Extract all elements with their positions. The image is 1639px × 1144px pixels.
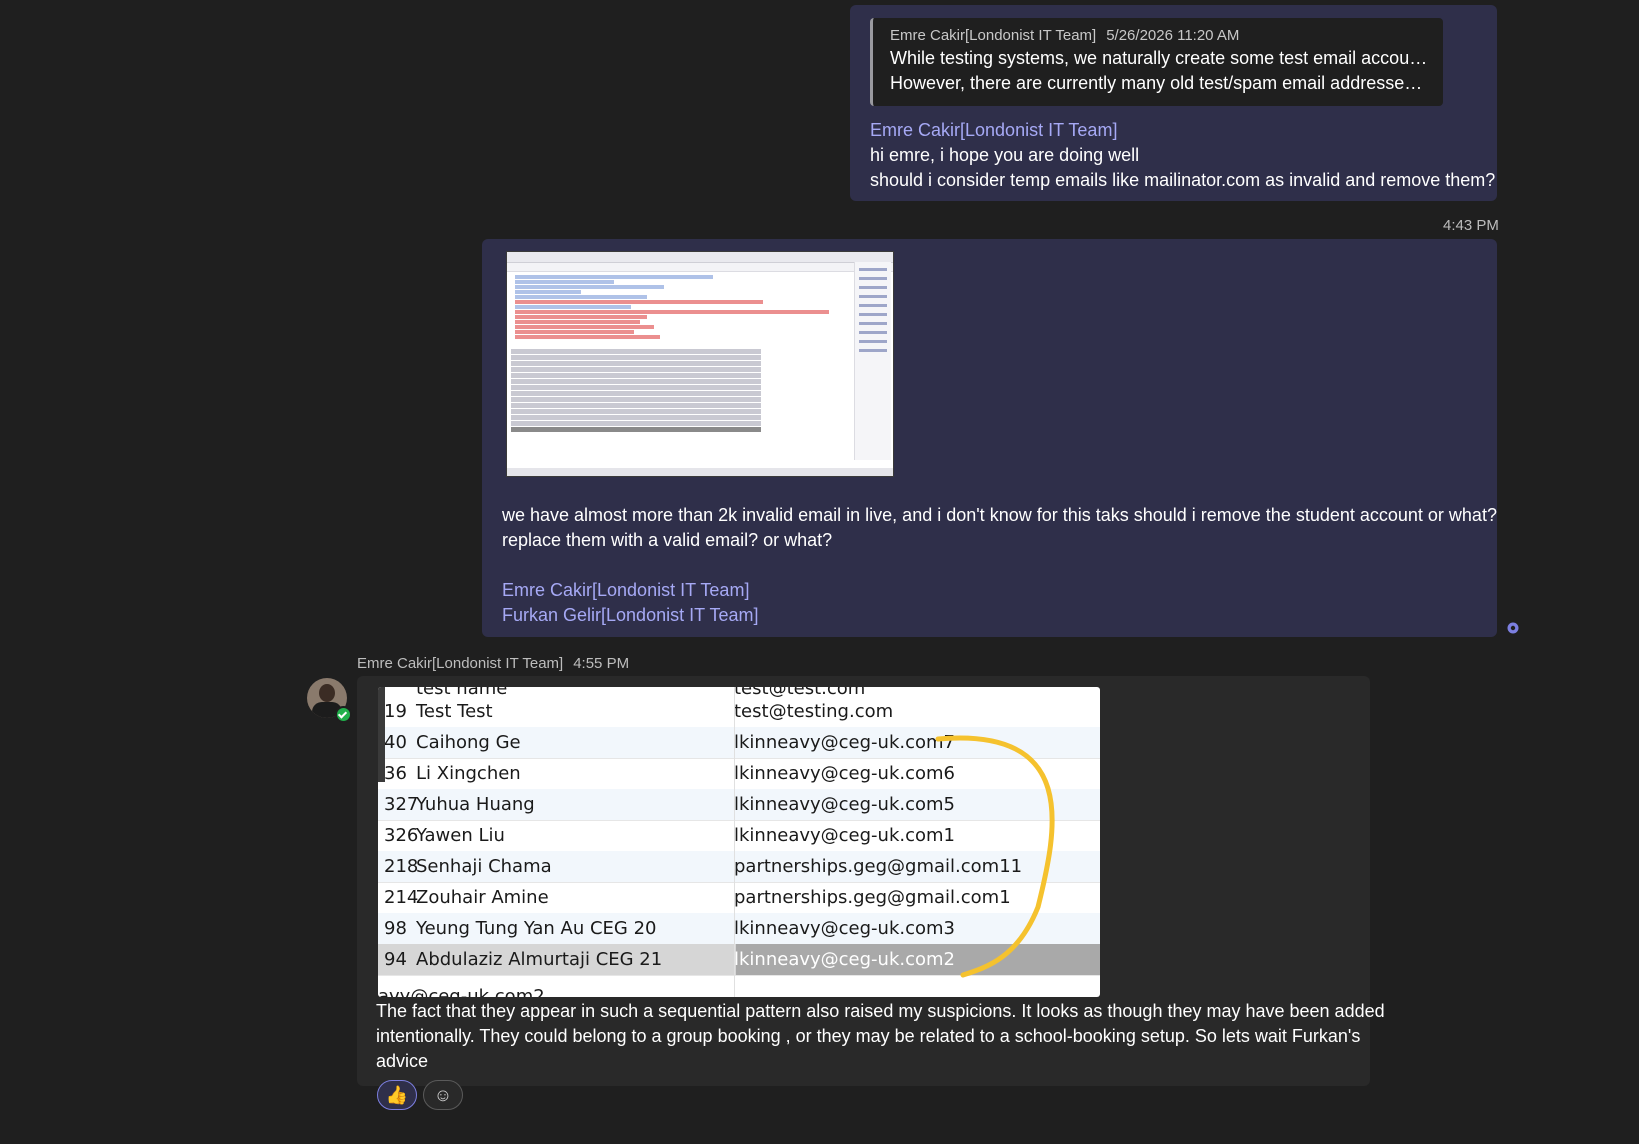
message-time: 4:55 PM [573,655,630,672]
quoted-message-meta: Emre Cakir[Londonist IT Team] 5/26/2026 1… [890,26,1431,46]
message-meta: Emre Cakir[Londonist IT Team] 4:55 PM [357,655,639,672]
highlight-annotation-curve [935,735,1055,978]
add-reaction-icon: ☺ [433,1084,453,1105]
mention-furkan[interactable]: Furkan Gelir[Londonist IT Team] [502,603,1497,628]
message-text-line: we have almost more than 2k invalid emai… [502,505,1497,525]
message-bubble-incoming[interactable]: test name test@test.com 19 Test Test test@… [357,676,1385,1086]
side-panel-preview [854,262,891,460]
message-text-line: replace them with a valid email? or what… [502,530,833,550]
message-text-line: advice [376,1051,429,1071]
sql-code-preview [515,274,845,340]
mention-emre[interactable]: Emre Cakir[Londonist IT Team] [502,578,1497,603]
presence-available-icon [335,706,352,723]
thumbs-up-icon: 👍 [385,1084,409,1105]
message-text-line: should i consider temp emails like maili… [870,170,1496,190]
message-text-line: hi emre, i hope you are doing well [870,145,1140,165]
message-text-line: The fact that they appear in such a sequ… [376,1001,1385,1021]
reaction-like-button[interactable]: 👍 [377,1080,417,1110]
seen-eye-icon [1507,622,1519,634]
message-timestamp: 4:43 PM [1443,217,1499,234]
sender-name: Emre Cakir[Londonist IT Team] [357,655,564,672]
quoted-message[interactable]: Emre Cakir[Londonist IT Team] 5/26/2026 1… [870,18,1443,106]
quoted-author: Emre Cakir[Londonist IT Team] [890,27,1097,44]
quoted-text-line: However, there are currently many old te… [890,73,1431,93]
message-bubble-reply[interactable]: Emre Cakir[Londonist IT Team] 5/26/2026 1… [850,5,1497,201]
message-text-line: intentionally. They could belong to a gr… [376,1026,1361,1046]
message-bubble-image[interactable]: we have almost more than 2k invalid emai… [482,239,1497,637]
email-list-screenshot[interactable]: test name test@test.com 19 Test Test test@… [378,687,1100,997]
quoted-text-line: While testing systems, we naturally crea… [890,48,1431,68]
add-reaction-button[interactable]: ☺ [423,1080,463,1110]
result-grid-preview [511,348,761,433]
sql-screenshot-thumbnail[interactable] [506,251,894,477]
mention-emre[interactable]: Emre Cakir[Londonist IT Team] [870,118,1495,143]
quoted-time: 5/26/2026 11:20 AM [1106,27,1240,44]
